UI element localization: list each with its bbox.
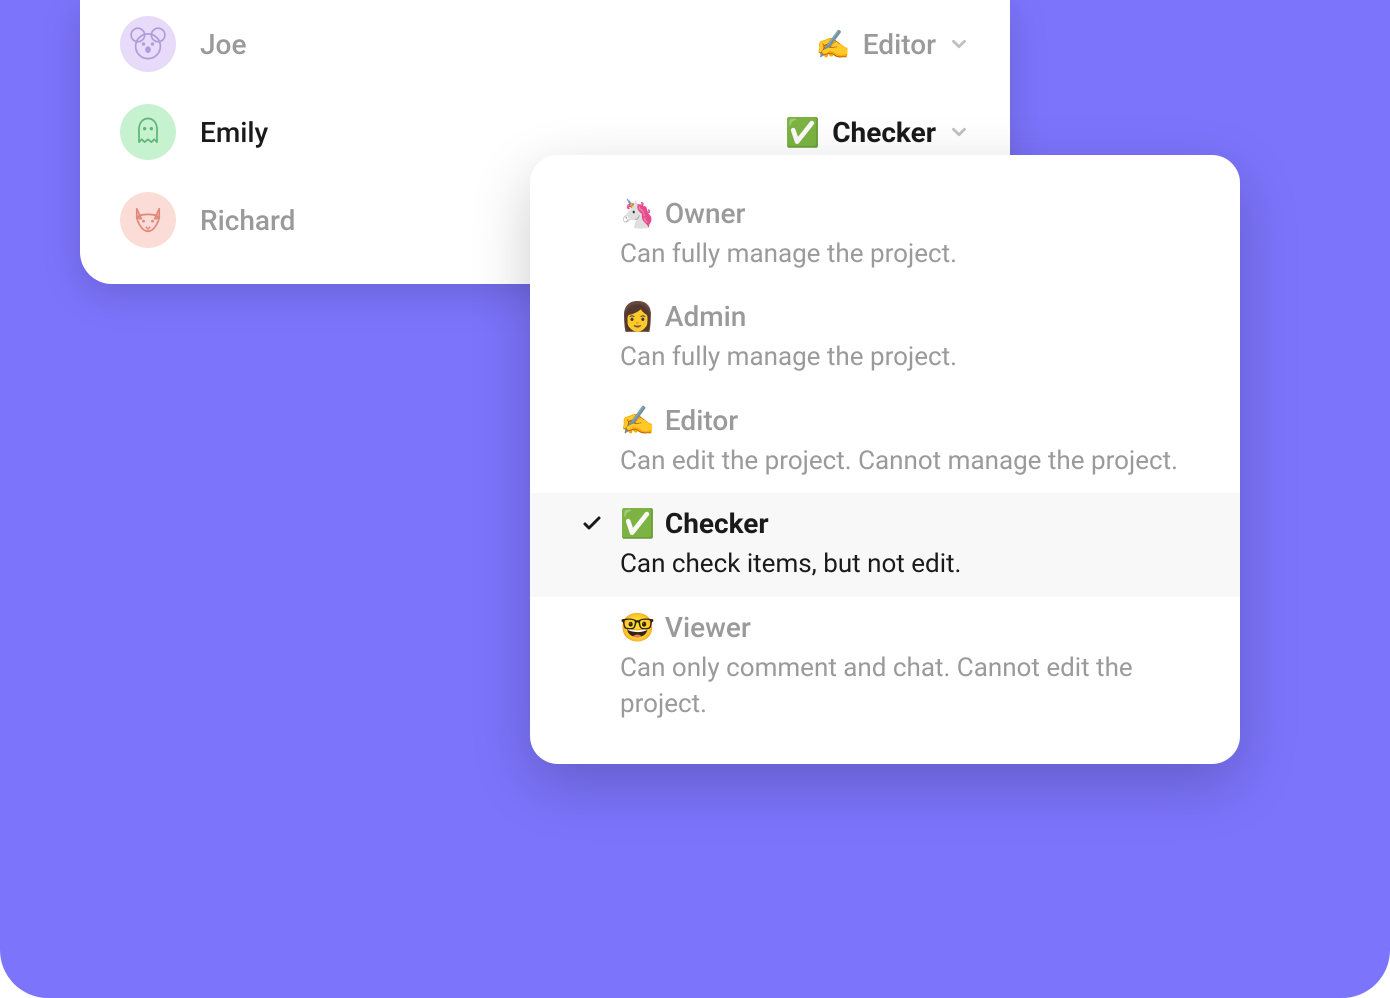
ghost-icon <box>130 114 166 150</box>
avatar-emily <box>120 104 176 160</box>
writing-hand-icon: ✍️ <box>620 404 655 437</box>
dropdown-item-editor[interactable]: ✍️ Editor Can edit the project. Cannot m… <box>530 390 1240 493</box>
checkmark-icon: ✅ <box>785 116 820 149</box>
dropdown-item-desc: Can fully manage the project. <box>620 339 1192 375</box>
check-column <box>578 404 606 408</box>
avatar-richard <box>120 192 176 248</box>
role-label: Editor <box>863 28 936 61</box>
check-column <box>578 507 606 535</box>
dropdown-item-desc: Can check items, but not edit. <box>620 546 1192 582</box>
dropdown-item-desc: Can only comment and chat. Cannot edit t… <box>620 650 1192 723</box>
dropdown-item-label: Admin <box>665 300 746 333</box>
check-column <box>578 611 606 615</box>
koala-icon <box>130 26 166 62</box>
fox-icon <box>130 202 166 238</box>
role-selector-joe[interactable]: ✍️ Editor <box>816 28 970 61</box>
check-icon <box>580 511 604 535</box>
dropdown-item-viewer[interactable]: 🤓 Viewer Can only comment and chat. Cann… <box>530 597 1240 737</box>
dropdown-item-label: Viewer <box>665 611 751 644</box>
dropdown-item-checker[interactable]: ✅ Checker Can check items, but not edit. <box>530 493 1240 596</box>
check-column <box>578 197 606 201</box>
woman-icon: 👩 <box>620 300 655 333</box>
check-column <box>578 300 606 304</box>
dropdown-item-admin[interactable]: 👩 Admin Can fully manage the project. <box>530 286 1240 389</box>
dropdown-item-desc: Can edit the project. Cannot manage the … <box>620 443 1192 479</box>
role-dropdown: 🦄 Owner Can fully manage the project. 👩 … <box>530 155 1240 764</box>
dropdown-item-desc: Can fully manage the project. <box>620 236 1192 272</box>
role-selector-emily[interactable]: ✅ Checker <box>785 116 970 149</box>
nerd-face-icon: 🤓 <box>620 611 655 644</box>
unicorn-icon: 🦄 <box>620 197 655 230</box>
avatar-joe <box>120 16 176 72</box>
checkmark-icon: ✅ <box>620 507 655 540</box>
dropdown-item-owner[interactable]: 🦄 Owner Can fully manage the project. <box>530 183 1240 286</box>
chevron-down-icon <box>948 33 970 55</box>
writing-hand-icon: ✍️ <box>816 28 851 61</box>
member-name: Emily <box>200 116 761 149</box>
dropdown-item-label: Editor <box>665 404 738 437</box>
role-label: Checker <box>832 116 936 149</box>
member-name: Joe <box>200 28 792 61</box>
dropdown-item-label: Owner <box>665 197 746 230</box>
member-row-joe: Joe ✍️ Editor <box>80 0 1010 88</box>
app-canvas: Joe ✍️ Editor Emily ✅ Checker <box>0 0 1390 998</box>
dropdown-item-label: Checker <box>665 507 769 540</box>
chevron-down-icon <box>948 121 970 143</box>
